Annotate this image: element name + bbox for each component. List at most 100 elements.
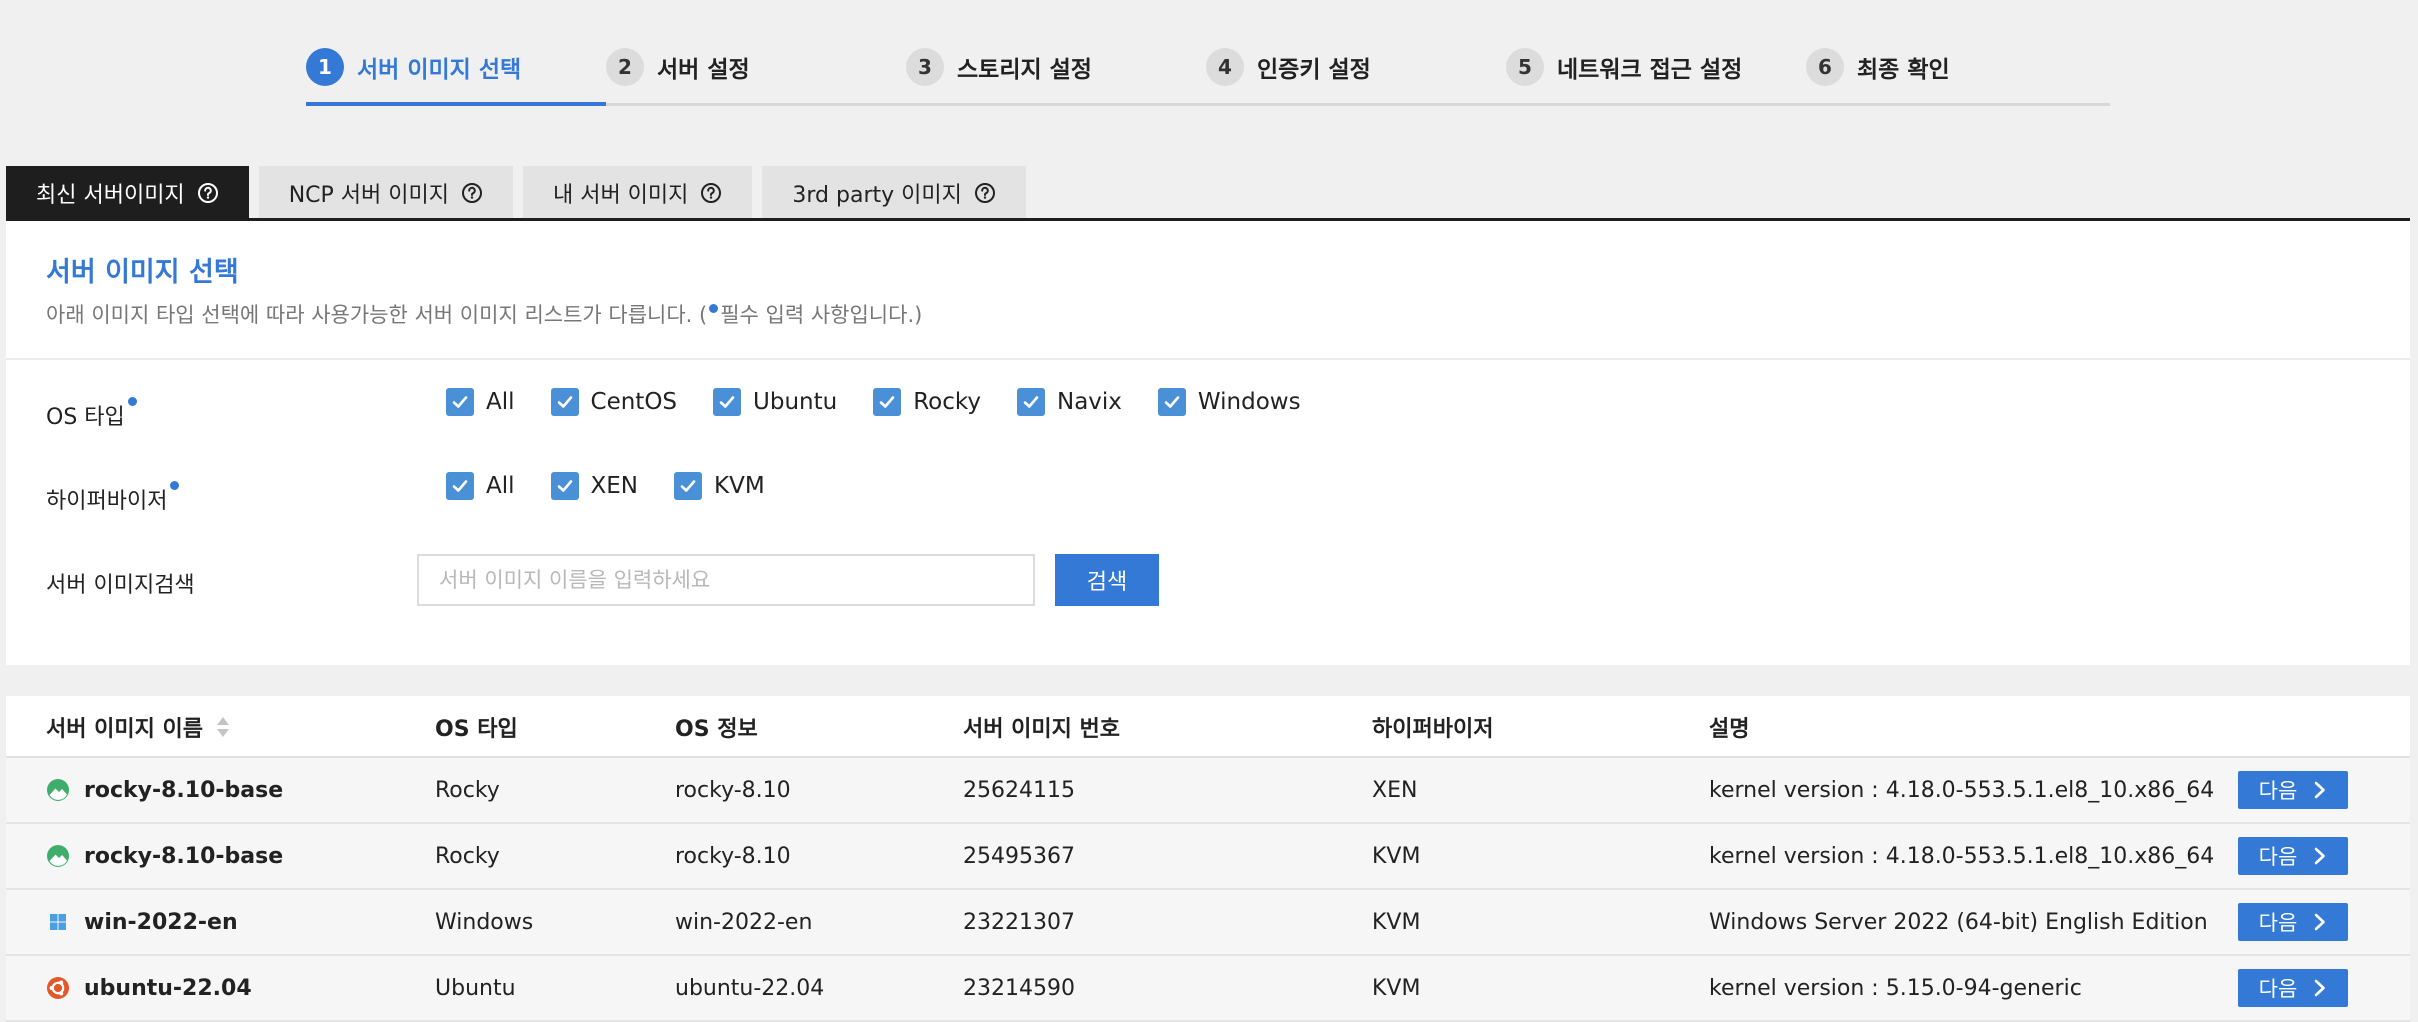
image-number-cell: 23221307 <box>963 909 1075 935</box>
tab-label: NCP 서버 이미지 <box>288 183 449 208</box>
help-circle-icon[interactable] <box>974 182 996 204</box>
checkbox-checked-icon[interactable] <box>674 472 703 500</box>
checkbox-checked-icon[interactable] <box>1157 388 1186 416</box>
column-header-name[interactable]: 서버 이미지 이름 <box>46 696 231 758</box>
tab-my-server-image[interactable]: 내 서버 이미지 <box>522 166 753 220</box>
image-number-cell: 25624115 <box>963 777 1075 803</box>
step-auth-key-settings[interactable]: 4 인증키 설정 <box>1206 44 1371 90</box>
hypervisor-checkbox-xen[interactable]: XEN <box>550 472 638 500</box>
help-circle-icon[interactable] <box>197 182 219 204</box>
os-type-checkbox-windows[interactable]: Windows <box>1157 388 1301 416</box>
step-number: 6 <box>1806 48 1844 86</box>
step-label: 인증키 설정 <box>1257 57 1371 83</box>
next-button[interactable]: 다음 <box>2238 837 2348 875</box>
description-cell: kernel version : 4.18.0-553.5.1.el8_10.x… <box>1709 843 2215 869</box>
os-type-cell: Rocky <box>435 843 500 869</box>
sort-icon[interactable] <box>215 715 231 739</box>
checkbox-checked-icon[interactable] <box>446 388 474 416</box>
table-row[interactable]: rocky-8.10-base Rocky rocky-8.10 2562411… <box>6 758 2410 824</box>
search-button[interactable]: 검색 <box>1055 554 1159 606</box>
checkbox-label: Windows <box>1197 389 1301 415</box>
hypervisor-cell: XEN <box>1372 777 1418 803</box>
os-type-checkbox-ubuntu[interactable]: Ubuntu <box>713 388 837 416</box>
checkbox-checked-icon[interactable] <box>873 388 902 416</box>
required-dot-icon <box>127 397 137 406</box>
os-type-checkbox-navix[interactable]: Navix <box>1017 388 1122 416</box>
step-number: 5 <box>1506 48 1544 86</box>
tab-label: 3rd party 이미지 <box>792 183 962 208</box>
help-circle-icon[interactable] <box>700 182 722 204</box>
hypervisor-checkbox-all[interactable]: All <box>446 472 515 500</box>
image-name-cell: rocky-8.10-base <box>46 758 283 822</box>
image-name-cell: win-2022-en <box>46 890 238 954</box>
step-label: 서버 이미지 선택 <box>357 57 522 83</box>
hypervisor-checkbox-kvm[interactable]: KVM <box>674 472 765 500</box>
image-name: rocky-8.10-base <box>84 843 284 869</box>
step-label: 네트워크 접근 설정 <box>1557 57 1743 83</box>
os-type-cell: Ubuntu <box>435 975 516 1001</box>
chevron-right-icon <box>2313 846 2327 866</box>
os-type-checkbox-all[interactable]: All <box>446 388 515 416</box>
step-select-image[interactable]: 1 서버 이미지 선택 <box>306 44 521 90</box>
chevron-right-icon <box>2313 912 2327 932</box>
column-header-hypervisor: 하이퍼바이저 <box>1372 717 1494 742</box>
hypervisor-row: 하이퍼바이저 <box>46 479 181 519</box>
step-label: 최종 확인 <box>1857 57 1950 83</box>
checkbox-checked-icon[interactable] <box>550 472 579 500</box>
column-header-image-number: 서버 이미지 번호 <box>963 717 1120 742</box>
panel-title: 서버 이미지 선택 <box>46 257 239 288</box>
tab-3rd-party-image[interactable]: 3rd party 이미지 <box>762 166 1026 220</box>
step-number: 1 <box>306 48 344 86</box>
step-server-settings[interactable]: 2 서버 설정 <box>606 44 750 90</box>
next-button-label: 다음 <box>2258 911 2298 935</box>
step-label: 스토리지 설정 <box>957 57 1092 83</box>
panel-description-text: 아래 이미지 타입 선택에 따라 사용가능한 서버 이미지 리스트가 다릅니다.… <box>46 303 708 327</box>
checkbox-label: All <box>486 473 515 499</box>
help-circle-icon[interactable] <box>461 182 483 204</box>
server-image-search-input[interactable] <box>417 554 1035 606</box>
checkbox-checked-icon[interactable] <box>713 388 742 416</box>
os-type-cell: Rocky <box>435 777 500 803</box>
step-label: 서버 설정 <box>657 57 750 83</box>
next-button[interactable]: 다음 <box>2238 969 2348 1007</box>
table-row[interactable]: ubuntu-22.04 Ubuntu ubuntu-22.04 2321459… <box>6 956 2410 1022</box>
windows-icon <box>46 910 70 934</box>
next-button[interactable]: 다음 <box>2238 903 2348 941</box>
checkbox-label: All <box>486 389 515 415</box>
image-number-cell: 23214590 <box>963 975 1075 1001</box>
step-storage-settings[interactable]: 3 스토리지 설정 <box>906 44 1092 90</box>
os-type-checkbox-centos[interactable]: CentOS <box>550 388 677 416</box>
hypervisor-cell: KVM <box>1372 975 1421 1001</box>
os-type-cell: Windows <box>435 909 534 935</box>
image-name: rocky-8.10-base <box>84 777 284 803</box>
step-number: 2 <box>606 48 644 86</box>
tab-ncp-server-image[interactable]: NCP 서버 이미지 <box>258 166 513 220</box>
table-row[interactable]: rocky-8.10-base Rocky rocky-8.10 2549536… <box>6 824 2410 890</box>
description-cell: kernel version : 4.18.0-553.5.1.el8_10.x… <box>1709 777 2215 803</box>
column-header-os-info: OS 정보 <box>675 717 758 742</box>
next-button[interactable]: 다음 <box>2238 771 2348 809</box>
os-info-cell: ubuntu-22.04 <box>675 975 825 1001</box>
checkbox-checked-icon[interactable] <box>550 388 579 416</box>
rocky-icon <box>46 844 70 868</box>
os-type-row: OS 타입 <box>46 395 139 435</box>
tab-latest-server-image[interactable]: 최신 서버이미지 <box>6 166 249 220</box>
next-button-label: 다음 <box>2258 779 2298 803</box>
chevron-right-icon <box>2313 978 2327 998</box>
description-cell: kernel version : 5.15.0-94-generic <box>1709 975 2082 1001</box>
step-number: 3 <box>906 48 944 86</box>
image-type-tabs: 최신 서버이미지 NCP 서버 이미지 내 서버 이미지 3rd party 이… <box>6 166 1036 220</box>
checkbox-checked-icon[interactable] <box>446 472 474 500</box>
tab-label: 최신 서버이미지 <box>36 183 185 208</box>
checkbox-label: Navix <box>1057 389 1122 415</box>
table-row[interactable]: win-2022-en Windows win-2022-en 23221307… <box>6 890 2410 956</box>
checkbox-checked-icon[interactable] <box>1017 388 1045 416</box>
step-final-confirm[interactable]: 6 최종 확인 <box>1806 44 1950 90</box>
os-type-checkbox-rocky[interactable]: Rocky <box>873 388 981 416</box>
column-header-os-type: OS 타입 <box>435 717 518 742</box>
os-info-cell: win-2022-en <box>675 909 813 935</box>
stepper-active-indicator <box>306 102 606 106</box>
os-info-cell: rocky-8.10 <box>675 777 791 803</box>
os-type-label: OS 타입 <box>46 397 139 431</box>
step-network-access-settings[interactable]: 5 네트워크 접근 설정 <box>1506 44 1742 90</box>
